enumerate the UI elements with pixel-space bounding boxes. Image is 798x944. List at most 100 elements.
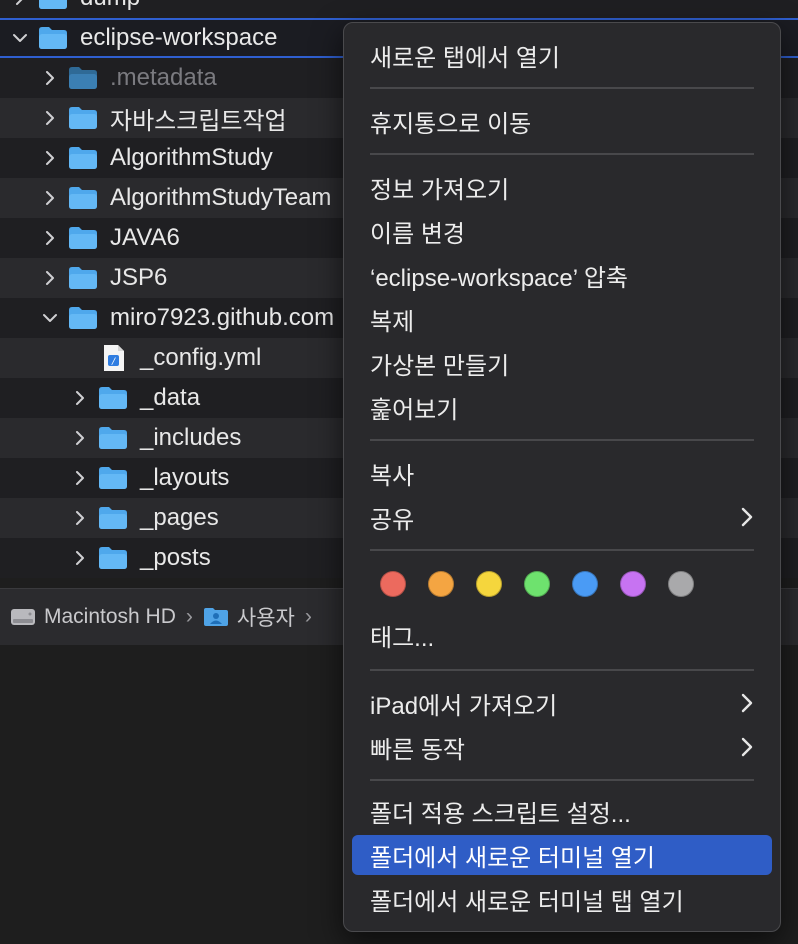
chevron-right-icon — [741, 693, 753, 713]
row-label: _pages — [140, 504, 219, 531]
row-label: dump — [80, 0, 140, 12]
row-label: JAVA6 — [110, 224, 180, 251]
folder-icon — [68, 266, 110, 290]
chevron-down-icon[interactable] — [40, 308, 60, 328]
menu-quick-look-label: 훑어보기 — [370, 396, 459, 424]
menu-get-info[interactable]: 정보 가져오기 — [352, 167, 772, 207]
chevron-right-icon[interactable] — [40, 188, 60, 208]
chevron-right-icon[interactable] — [40, 108, 60, 128]
path-drive-label: Macintosh HD — [44, 605, 176, 628]
menu-copy-label: 복사 — [370, 462, 415, 490]
menu-make-alias-label: 가상본 만들기 — [370, 352, 510, 380]
row-label: _data — [140, 384, 201, 411]
row-label: _includes — [140, 424, 242, 451]
tag-red-dot[interactable] — [380, 571, 406, 597]
row-label: .metadata — [110, 64, 217, 91]
folder-icon — [38, 26, 80, 50]
tag-gray-dot[interactable] — [668, 571, 694, 597]
menu-get-info-label: 정보 가져오기 — [370, 176, 510, 204]
tag-orange-dot[interactable] — [428, 571, 454, 597]
folder-icon — [68, 306, 110, 330]
row-label: miro7923.github.com — [110, 304, 335, 331]
chevron-right-icon[interactable] — [40, 148, 60, 168]
menu-separator — [370, 153, 754, 155]
menu-folder-actions-label: 폴더 적용 스크립트 설정... — [370, 800, 631, 828]
menu-separator — [370, 669, 754, 671]
chevron-right-icon[interactable] — [70, 548, 90, 568]
menu-new-terminal-tab-label: 폴더에서 새로운 터미널 탭 열기 — [370, 888, 684, 916]
menu-compress-label: ‘eclipse-workspace’ 압축 — [370, 264, 629, 292]
menu-new-terminal[interactable]: 폴더에서 새로운 터미널 열기 — [352, 835, 772, 875]
folder-icon — [68, 226, 110, 250]
row-label: _config.yml — [140, 344, 262, 371]
tag-purple-dot[interactable] — [620, 571, 646, 597]
row-label: JSP6 — [110, 264, 168, 291]
chevron-right-icon — [741, 737, 753, 757]
chevron-right-icon[interactable] — [40, 68, 60, 88]
menu-open-new-tab[interactable]: 새로운 탭에서 열기 — [352, 35, 772, 75]
users-folder-icon — [203, 608, 228, 626]
folder-icon — [68, 66, 110, 90]
folder-icon — [68, 106, 110, 130]
path-drive[interactable]: Macintosh HD — [10, 605, 176, 629]
menu-quick-actions-label: 빠른 동작 — [370, 736, 465, 764]
row-label: 자바스크립트작업 — [110, 107, 287, 135]
menu-move-to-trash[interactable]: 휴지통으로 이동 — [352, 101, 772, 141]
menu-new-terminal-label: 폴더에서 새로운 터미널 열기 — [370, 844, 655, 872]
row-label: eclipse-workspace — [80, 24, 278, 51]
chevron-right-icon[interactable] — [40, 268, 60, 288]
menu-rename-label: 이름 변경 — [370, 220, 465, 248]
menu-folder-actions[interactable]: 폴더 적용 스크립트 설정... — [352, 791, 772, 831]
folder-icon — [68, 146, 110, 170]
folder-row[interactable]: dump — [0, 0, 798, 18]
menu-import-ipad[interactable]: iPad에서 가져오기 — [352, 683, 772, 723]
path-separator-icon: › — [304, 605, 312, 628]
menu-separator — [370, 439, 754, 441]
row-label: _posts — [140, 544, 211, 571]
menu-share-label: 공유 — [370, 506, 415, 534]
hard-drive-icon — [11, 609, 35, 625]
menu-tags-label: 태그... — [370, 624, 435, 652]
menu-open-new-tab-label: 새로운 탭에서 열기 — [370, 44, 560, 72]
path-separator-icon: › — [185, 605, 193, 628]
menu-duplicate-label: 복제 — [370, 308, 415, 336]
menu-compress[interactable]: ‘eclipse-workspace’ 압축 — [352, 255, 772, 295]
folder-icon — [98, 426, 140, 450]
menu-quick-actions[interactable]: 빠른 동작 — [352, 727, 772, 767]
chevron-right-icon — [741, 507, 753, 527]
menu-make-alias[interactable]: 가상본 만들기 — [352, 343, 772, 383]
folder-icon — [68, 186, 110, 210]
menu-rename[interactable]: 이름 변경 — [352, 211, 772, 251]
menu-new-terminal-tab[interactable]: 폴더에서 새로운 터미널 탭 열기 — [352, 879, 772, 919]
menu-copy[interactable]: 복사 — [352, 453, 772, 493]
chevron-right-icon[interactable] — [70, 468, 90, 488]
menu-quick-look[interactable]: 훑어보기 — [352, 387, 772, 427]
tag-blue-dot[interactable] — [572, 571, 598, 597]
chevron-right-icon[interactable] — [70, 508, 90, 528]
menu-duplicate[interactable]: 복제 — [352, 299, 772, 339]
menu-tags[interactable]: 태그... — [352, 615, 772, 655]
row-label: _layouts — [140, 464, 230, 491]
menu-share[interactable]: 공유 — [352, 497, 772, 537]
chevron-right-icon[interactable] — [70, 388, 90, 408]
chevron-right-icon[interactable] — [40, 228, 60, 248]
folder-icon — [98, 386, 140, 410]
folder-icon — [38, 0, 80, 10]
tag-yellow-dot[interactable] — [476, 571, 502, 597]
menu-import-ipad-label: iPad에서 가져오기 — [370, 692, 558, 720]
tag-green-dot[interactable] — [524, 571, 550, 597]
context-menu: 새로운 탭에서 열기 휴지통으로 이동 정보 가져오기 이름 변경 ‘eclip… — [343, 22, 781, 932]
folder-icon — [98, 546, 140, 570]
path-users-label: 사용자 — [236, 607, 295, 630]
chevron-right-icon[interactable] — [70, 428, 90, 448]
path-users[interactable]: 사용자 — [203, 602, 295, 632]
yaml-file-icon: / — [98, 344, 140, 372]
row-label: AlgorithmStudyTeam — [110, 184, 332, 211]
menu-separator — [370, 87, 754, 89]
chevron-down-icon[interactable] — [10, 28, 30, 48]
menu-separator — [370, 549, 754, 551]
folder-icon — [98, 466, 140, 490]
row-label: AlgorithmStudy — [110, 144, 273, 171]
chevron-right-icon[interactable] — [10, 0, 30, 8]
